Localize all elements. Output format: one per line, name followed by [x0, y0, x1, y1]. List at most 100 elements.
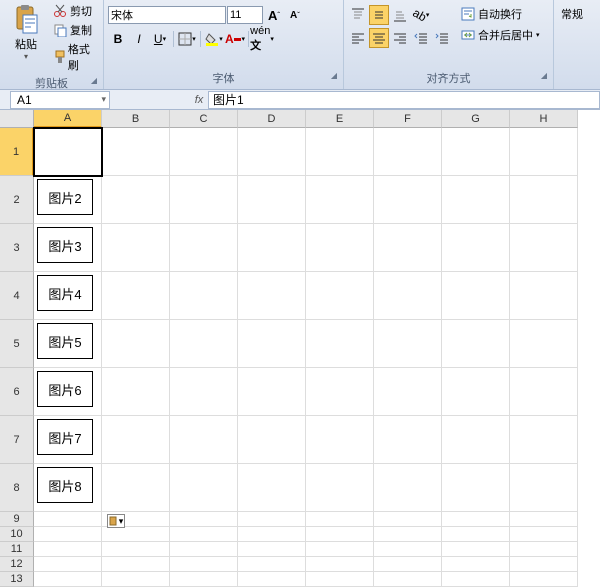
- dialog-launcher-icon[interactable]: ◢: [331, 71, 337, 80]
- cell[interactable]: [442, 176, 510, 224]
- cell[interactable]: [442, 320, 510, 368]
- align-center-button[interactable]: [369, 28, 389, 48]
- column-header[interactable]: A: [34, 110, 102, 128]
- dialog-launcher-icon[interactable]: ◢: [91, 76, 97, 85]
- cell[interactable]: [442, 527, 510, 542]
- paste-options-button[interactable]: ▾: [107, 514, 125, 528]
- align-left-button[interactable]: [348, 28, 368, 48]
- cell[interactable]: [170, 557, 238, 572]
- text-box-shape[interactable]: 图片6: [37, 371, 93, 407]
- cell[interactable]: [306, 320, 374, 368]
- cell[interactable]: [306, 557, 374, 572]
- cell[interactable]: [510, 128, 578, 176]
- row-header[interactable]: 5: [0, 320, 34, 368]
- dialog-launcher-icon[interactable]: ◢: [541, 71, 547, 80]
- row-header[interactable]: 11: [0, 542, 34, 557]
- underline-button[interactable]: U▾: [150, 29, 170, 49]
- cell[interactable]: [238, 527, 306, 542]
- increase-font-button[interactable]: Aˆ: [264, 5, 284, 25]
- cell[interactable]: [442, 272, 510, 320]
- cell[interactable]: [510, 368, 578, 416]
- cell[interactable]: [374, 512, 442, 527]
- paste-button[interactable]: 粘贴 ▾: [4, 2, 48, 63]
- cell[interactable]: [170, 128, 238, 176]
- select-all-corner[interactable]: [0, 110, 34, 128]
- name-box[interactable]: A1: [10, 91, 110, 109]
- cell[interactable]: [306, 368, 374, 416]
- cell[interactable]: [170, 224, 238, 272]
- cell[interactable]: [442, 557, 510, 572]
- row-header[interactable]: 1: [0, 128, 34, 176]
- cell[interactable]: [510, 464, 578, 512]
- font-color-button[interactable]: A▾: [225, 29, 245, 49]
- cell[interactable]: [34, 557, 102, 572]
- cell[interactable]: [102, 542, 170, 557]
- text-box-shape[interactable]: 图片3: [37, 227, 93, 263]
- cell[interactable]: [102, 176, 170, 224]
- cell[interactable]: [374, 176, 442, 224]
- cell[interactable]: [306, 542, 374, 557]
- cell[interactable]: [102, 320, 170, 368]
- cell[interactable]: [510, 527, 578, 542]
- column-header[interactable]: E: [306, 110, 374, 128]
- cell[interactable]: [238, 557, 306, 572]
- cell[interactable]: [442, 572, 510, 587]
- column-header[interactable]: D: [238, 110, 306, 128]
- text-box-shape[interactable]: 图片2: [37, 179, 93, 215]
- italic-button[interactable]: I: [129, 29, 149, 49]
- cell[interactable]: [374, 320, 442, 368]
- cell[interactable]: [34, 128, 102, 176]
- font-name-select[interactable]: [108, 6, 226, 24]
- cell-grid[interactable]: 图片1图片2图片3图片4图片5图片6图片7图片8▾: [34, 128, 578, 587]
- cell[interactable]: [102, 572, 170, 587]
- cell[interactable]: [170, 527, 238, 542]
- cell[interactable]: [374, 416, 442, 464]
- cell[interactable]: [238, 272, 306, 320]
- cell[interactable]: [170, 368, 238, 416]
- cell[interactable]: [238, 542, 306, 557]
- cell[interactable]: [306, 527, 374, 542]
- cell[interactable]: [510, 512, 578, 527]
- cell[interactable]: [238, 512, 306, 527]
- text-box-shape[interactable]: 图片7: [37, 419, 93, 455]
- column-header[interactable]: C: [170, 110, 238, 128]
- decrease-font-button[interactable]: Aˇ: [285, 5, 305, 25]
- cell[interactable]: [374, 557, 442, 572]
- cell[interactable]: [306, 272, 374, 320]
- text-box-shape[interactable]: 图片4: [37, 275, 93, 311]
- cell[interactable]: [442, 512, 510, 527]
- cell[interactable]: [510, 320, 578, 368]
- row-header[interactable]: 4: [0, 272, 34, 320]
- cell[interactable]: [510, 572, 578, 587]
- cell[interactable]: [34, 572, 102, 587]
- wrap-text-button[interactable]: 自动换行: [458, 5, 543, 23]
- border-button[interactable]: ▾: [177, 29, 197, 49]
- cell[interactable]: [374, 368, 442, 416]
- cell[interactable]: [510, 542, 578, 557]
- cell[interactable]: [34, 527, 102, 542]
- cell[interactable]: [238, 572, 306, 587]
- cell[interactable]: [170, 416, 238, 464]
- cell[interactable]: [102, 272, 170, 320]
- column-header[interactable]: B: [102, 110, 170, 128]
- cell[interactable]: [238, 224, 306, 272]
- cell[interactable]: [306, 416, 374, 464]
- cell[interactable]: [510, 416, 578, 464]
- cell[interactable]: [442, 464, 510, 512]
- decrease-indent-button[interactable]: [411, 28, 431, 48]
- cell[interactable]: [442, 416, 510, 464]
- cell[interactable]: [238, 320, 306, 368]
- number-format-select[interactable]: 常规: [558, 5, 586, 23]
- cell[interactable]: [306, 224, 374, 272]
- cell[interactable]: [102, 464, 170, 512]
- fill-color-button[interactable]: ▾: [204, 29, 224, 49]
- cell[interactable]: [510, 224, 578, 272]
- font-size-select[interactable]: [227, 6, 263, 24]
- merge-center-button[interactable]: 合并后居中▾: [458, 26, 543, 44]
- cell[interactable]: [102, 224, 170, 272]
- align-right-button[interactable]: [390, 28, 410, 48]
- cell[interactable]: [102, 416, 170, 464]
- cell[interactable]: [510, 557, 578, 572]
- cell[interactable]: [374, 464, 442, 512]
- cell[interactable]: [170, 572, 238, 587]
